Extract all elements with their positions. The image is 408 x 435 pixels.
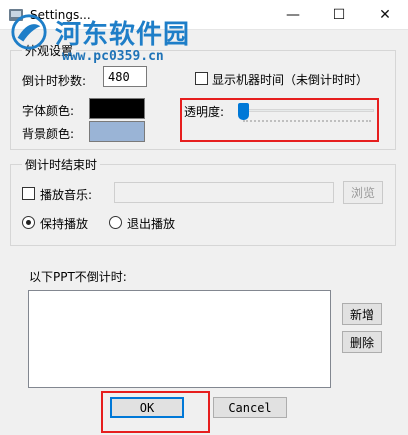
exit-playing-label: 退出播放 bbox=[127, 217, 176, 231]
play-music-label: 播放音乐: bbox=[40, 188, 93, 202]
opacity-label: 透明度: bbox=[184, 105, 225, 119]
add-ppt-button-label: 新增 bbox=[349, 307, 374, 322]
keep-playing-label: 保持播放 bbox=[40, 217, 89, 231]
browse-button-label: 浏览 bbox=[350, 186, 375, 200]
end-group-label: 倒计时结束时 bbox=[22, 156, 101, 173]
cancel-button-label: Cancel bbox=[228, 400, 272, 415]
font-color-swatch[interactable] bbox=[89, 98, 145, 119]
minimize-button[interactable]: — bbox=[270, 0, 316, 30]
delete-ppt-button[interactable]: 删除 bbox=[342, 331, 382, 353]
opacity-slider-track[interactable] bbox=[238, 109, 374, 112]
ppt-list-label: 以下PPT不倒计时: bbox=[29, 270, 127, 284]
bg-color-swatch[interactable] bbox=[89, 121, 145, 142]
play-music-checkbox[interactable] bbox=[22, 187, 35, 200]
browse-button[interactable]: 浏览 bbox=[343, 181, 383, 204]
exit-playing-radio[interactable] bbox=[109, 216, 122, 229]
bg-color-label: 背景颜色: bbox=[22, 127, 75, 141]
show-clock-label: 显示机器时间（未倒计时时） bbox=[212, 73, 369, 87]
maximize-icon: ☐ bbox=[332, 7, 346, 23]
watermark-name: 河东软件园 bbox=[55, 20, 191, 50]
delete-ppt-button-label: 删除 bbox=[349, 335, 374, 350]
ppt-listbox[interactable] bbox=[28, 290, 331, 388]
minimize-icon: — bbox=[286, 7, 300, 23]
keep-playing-radio[interactable] bbox=[22, 216, 35, 229]
countdown-seconds-input[interactable] bbox=[103, 66, 147, 87]
close-button[interactable]: ✕ bbox=[362, 0, 408, 30]
ok-button[interactable]: OK bbox=[110, 397, 184, 418]
end-group bbox=[10, 164, 396, 246]
cancel-button[interactable]: Cancel bbox=[213, 397, 287, 418]
font-color-label: 字体颜色: bbox=[22, 104, 75, 118]
maximize-button[interactable]: ☐ bbox=[316, 0, 362, 30]
ok-button-label: OK bbox=[139, 400, 155, 415]
watermark-logo-icon bbox=[11, 14, 47, 50]
countdown-seconds-label: 倒计时秒数: bbox=[22, 74, 87, 88]
show-clock-checkbox[interactable] bbox=[195, 72, 208, 85]
music-path-input[interactable] bbox=[114, 182, 334, 203]
add-ppt-button[interactable]: 新增 bbox=[342, 303, 382, 325]
close-icon: ✕ bbox=[379, 7, 391, 23]
watermark-url: www.pc0359.cn bbox=[62, 49, 164, 64]
opacity-slider-ticks bbox=[243, 118, 371, 122]
